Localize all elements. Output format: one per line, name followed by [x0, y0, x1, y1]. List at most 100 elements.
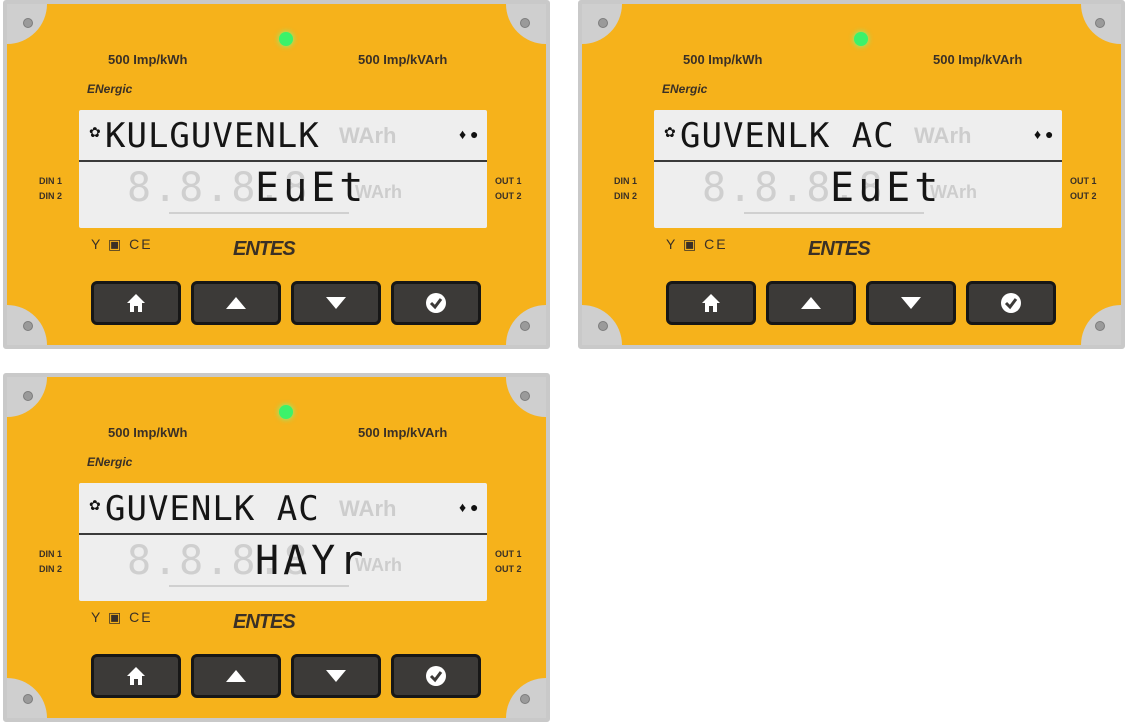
energy-meter-1: 500 Imp/kWh 500 Imp/kVArh ENergic ✿ KULG…	[3, 0, 550, 349]
energy-meter-2: 500 Imp/kWh 500 Imp/kVArh ENergic ✿ GUVE…	[578, 0, 1125, 349]
screw-icon	[520, 321, 530, 331]
screw-icon	[1095, 321, 1105, 331]
home-button[interactable]	[91, 281, 181, 325]
lcd-ghost-unit-bottom: WArh	[355, 555, 402, 575]
lcd-ghost-unit: WArh	[339, 496, 397, 521]
out-2-label: OUT 2	[495, 191, 522, 201]
lcd-bottom-text: HAYr	[255, 538, 368, 584]
corner-bracket	[1081, 305, 1121, 345]
corner-bracket	[506, 377, 546, 417]
home-button[interactable]	[666, 281, 756, 325]
entes-logo: ENTES	[233, 238, 296, 260]
ok-button[interactable]	[391, 654, 481, 698]
lcd-display: ✿ GUVENLK AC WArh ♦ ● 8.8.8.8 HAYr WArh	[79, 483, 487, 601]
arrow-up-icon	[801, 297, 821, 309]
corner-bracket	[7, 4, 47, 44]
lcd-divider	[654, 160, 1062, 162]
imp-kvarh-label: 500 Imp/kVArh	[933, 52, 1023, 67]
energy-meter-3: 500 Imp/kWh 500 Imp/kVArh ENergic ✿ GUVE…	[3, 373, 550, 722]
certification-icons: Y ▣ CE	[91, 236, 153, 252]
lcd-ghost-unit-bottom: WArh	[355, 182, 402, 202]
lcd-ghost-arrow	[169, 585, 349, 587]
arrow-down-icon	[326, 297, 346, 309]
nav-arrows-check-icon: ♦ ●	[459, 126, 479, 142]
corner-bracket	[582, 305, 622, 345]
lcd-divider	[79, 533, 487, 535]
down-button[interactable]	[291, 654, 381, 698]
corner-bracket	[7, 305, 47, 345]
ok-button[interactable]	[391, 281, 481, 325]
lcd-ghost-arrow	[169, 212, 349, 214]
din-2-label: DIN 2	[39, 191, 63, 201]
entes-logo: ENTES	[233, 611, 296, 633]
gear-icon: ✿	[89, 497, 101, 513]
down-button[interactable]	[866, 281, 956, 325]
din-1-label: DIN 1	[614, 176, 638, 186]
arrow-up-icon	[226, 670, 246, 682]
check-icon	[1001, 293, 1021, 313]
screw-icon	[1095, 18, 1105, 28]
gear-icon: ✿	[664, 124, 676, 140]
out-1-label: OUT 1	[495, 176, 522, 186]
imp-kvarh-label: 500 Imp/kVArh	[358, 425, 448, 440]
screw-icon	[520, 391, 530, 401]
corner-bracket	[506, 4, 546, 44]
brand-label: ENergic	[87, 455, 133, 469]
brand-label: ENergic	[87, 82, 133, 96]
home-icon	[127, 667, 145, 685]
check-icon	[426, 293, 446, 313]
out-1-label: OUT 1	[495, 549, 522, 559]
screw-icon	[23, 391, 33, 401]
lcd-display: ✿ KULGUVENLK WArh ♦ ● 8.8.8.8 EuEt WArh	[79, 110, 487, 228]
arrow-down-icon	[326, 670, 346, 682]
gear-icon: ✿	[89, 124, 101, 140]
din-2-label: DIN 2	[39, 564, 63, 574]
out-2-label: OUT 2	[1070, 191, 1097, 201]
status-led-icon	[279, 405, 293, 419]
corner-bracket	[1081, 4, 1121, 44]
lcd-top-text: GUVENLK AC	[680, 116, 895, 156]
out-2-label: OUT 2	[495, 564, 522, 574]
check-icon	[426, 666, 446, 686]
imp-kvarh-label: 500 Imp/kVArh	[358, 52, 448, 67]
status-led-icon	[279, 32, 293, 46]
screw-icon	[23, 18, 33, 28]
screw-icon	[520, 694, 530, 704]
corner-bracket	[506, 678, 546, 718]
screw-icon	[520, 18, 530, 28]
lcd-divider	[79, 160, 487, 162]
arrow-down-icon	[901, 297, 921, 309]
screw-icon	[23, 694, 33, 704]
imp-kwh-label: 500 Imp/kWh	[108, 52, 188, 67]
up-button[interactable]	[191, 281, 281, 325]
imp-kwh-label: 500 Imp/kWh	[108, 425, 188, 440]
screw-icon	[598, 18, 608, 28]
home-button[interactable]	[91, 654, 181, 698]
lcd-top-text: GUVENLK AC	[105, 489, 320, 529]
lcd-bottom-text: EuEt	[255, 165, 368, 211]
home-icon	[702, 294, 720, 312]
corner-bracket	[582, 4, 622, 44]
imp-kwh-label: 500 Imp/kWh	[683, 52, 763, 67]
lcd-ghost-unit: WArh	[339, 123, 397, 148]
corner-bracket	[7, 377, 47, 417]
out-1-label: OUT 1	[1070, 176, 1097, 186]
brand-label: ENergic	[662, 82, 708, 96]
status-led-icon	[854, 32, 868, 46]
screw-icon	[598, 321, 608, 331]
up-button[interactable]	[191, 654, 281, 698]
screw-icon	[23, 321, 33, 331]
lcd-ghost-arrow	[744, 212, 924, 214]
lcd-bottom-text: EuEt	[830, 165, 943, 211]
corner-bracket	[506, 305, 546, 345]
ok-button[interactable]	[966, 281, 1056, 325]
lcd-ghost-unit-bottom: WArh	[930, 182, 977, 202]
certification-icons: Y ▣ CE	[666, 236, 728, 252]
corner-bracket	[7, 678, 47, 718]
din-1-label: DIN 1	[39, 176, 63, 186]
down-button[interactable]	[291, 281, 381, 325]
up-button[interactable]	[766, 281, 856, 325]
lcd-top-text: KULGUVENLK	[105, 116, 320, 156]
nav-arrows-check-icon: ♦ ●	[459, 499, 479, 515]
lcd-ghost-unit: WArh	[914, 123, 972, 148]
